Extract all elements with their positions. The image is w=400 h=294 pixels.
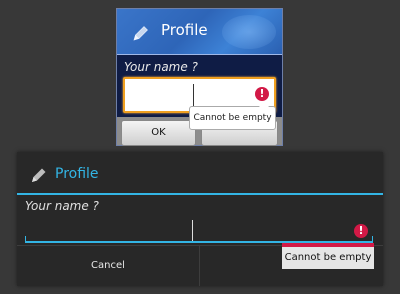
ok-button[interactable]: OK xyxy=(121,120,196,146)
error-icon[interactable]: ! xyxy=(354,224,368,238)
text-cursor xyxy=(193,84,194,106)
error-tooltip-text: Cannot be empty xyxy=(193,113,272,123)
bottom-profile-dialog: Profile Your name ? ! Cancel Cannot be e… xyxy=(17,152,383,286)
name-label: Your name ? xyxy=(25,199,99,213)
cancel-button[interactable]: Cancel xyxy=(17,246,199,286)
pencil-icon xyxy=(133,26,148,41)
error-tooltip: Cannot be empty xyxy=(189,101,276,130)
header-divider xyxy=(117,54,282,55)
name-label: Your name ? xyxy=(124,60,198,74)
top-dialog-header: Profile xyxy=(117,9,282,55)
text-cursor xyxy=(192,220,193,242)
title-divider xyxy=(17,193,383,195)
error-tooltip: Cannot be empty xyxy=(282,247,374,269)
dialog-title: Profile xyxy=(55,166,99,182)
error-icon[interactable]: ! xyxy=(255,87,269,101)
tooltip-arrow xyxy=(259,101,269,107)
header-glow xyxy=(222,15,276,49)
pencil-icon xyxy=(32,168,46,182)
input-edge-right xyxy=(372,236,373,242)
top-profile-dialog: Profile Your name ? ! OK Cannot be empty xyxy=(116,8,283,146)
dialog-title: Profile xyxy=(161,21,208,39)
